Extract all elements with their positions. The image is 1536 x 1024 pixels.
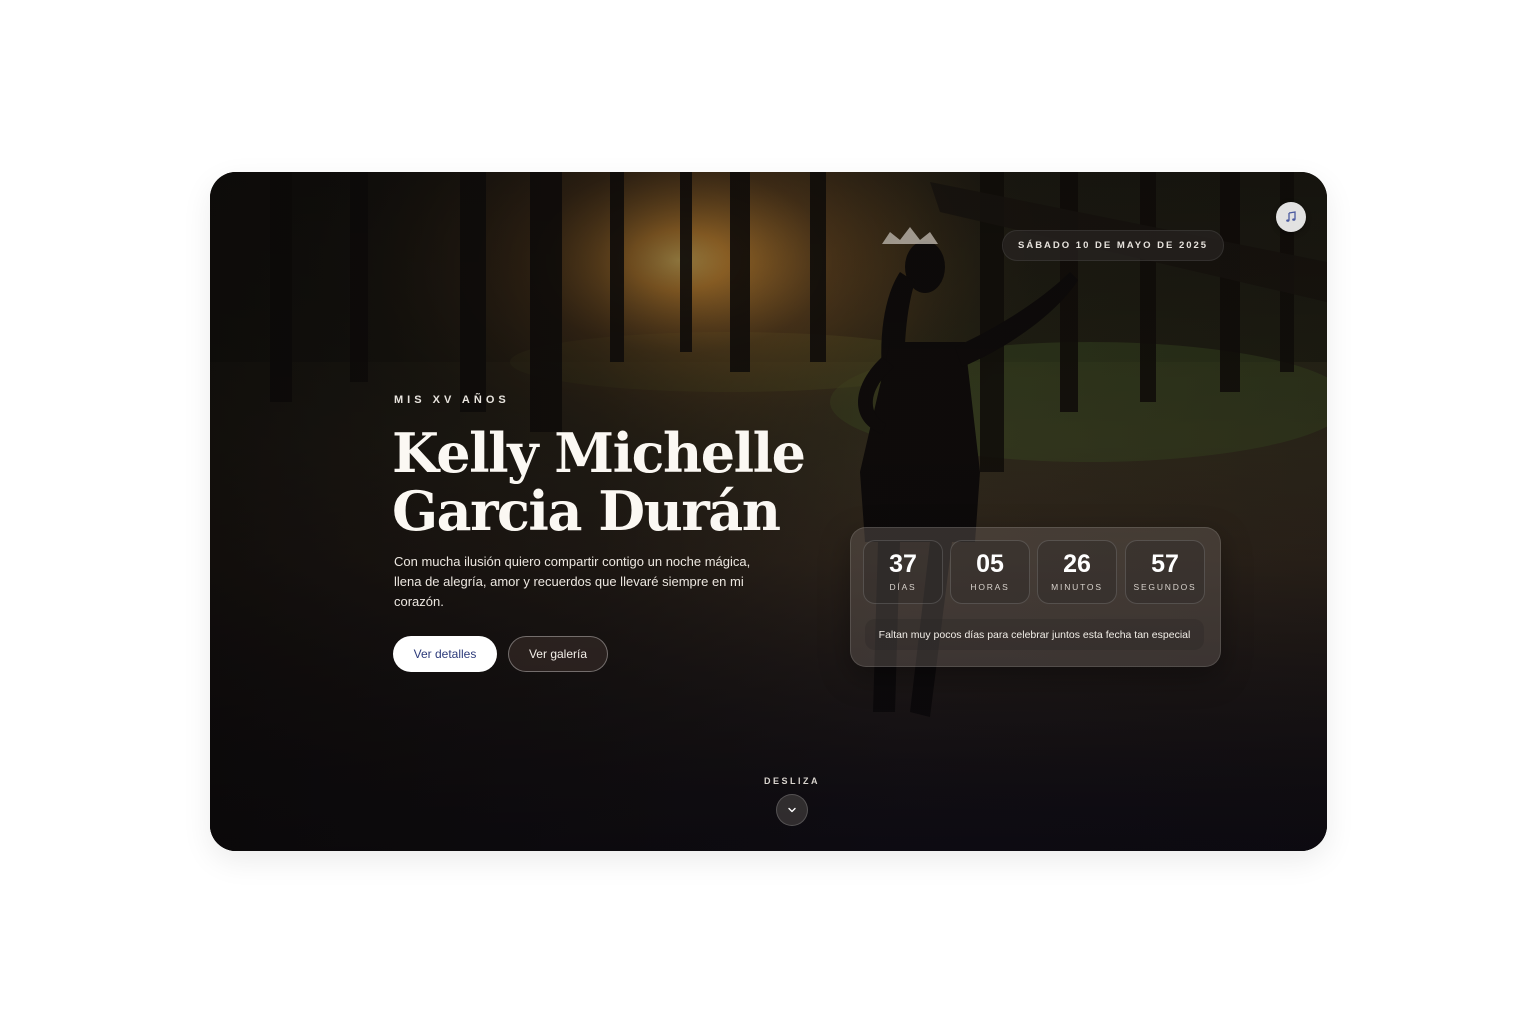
countdown-panel: 37 DÍAS 05 HORAS 26 MINUTOS 57 SEGUNDOS … [850, 527, 1221, 667]
countdown-seconds: 57 SEGUNDOS [1125, 540, 1205, 604]
countdown-seconds-value: 57 [1151, 550, 1179, 578]
view-details-button[interactable]: Ver detalles [393, 636, 497, 672]
event-date-badge: SÁBADO 10 DE MAYO DE 2025 [1002, 230, 1225, 261]
name-line-1: Kelly Michelle [392, 421, 806, 485]
countdown-days: 37 DÍAS [863, 540, 943, 604]
countdown-minutes-value: 26 [1063, 550, 1091, 578]
name-line-2: Garcia Durán [392, 479, 781, 543]
countdown-days-label: DÍAS [889, 582, 917, 592]
countdown-minutes-label: MINUTOS [1051, 582, 1103, 592]
countdown-hours-value: 05 [976, 550, 1004, 578]
scroll-hint-label: DESLIZA [763, 776, 820, 786]
countdown-message: Faltan muy pocos días para celebrar junt… [865, 619, 1204, 650]
countdown-days-value: 37 [889, 550, 917, 578]
eyebrow-label: MIS XV AÑOS [394, 394, 510, 406]
celebrant-name: Kelly Michelle Garcia Durán [392, 421, 806, 543]
music-note-icon [1286, 211, 1296, 222]
countdown-minutes: 26 MINUTOS [1037, 540, 1117, 604]
countdown-hours: 05 HORAS [950, 540, 1030, 604]
view-gallery-button[interactable]: Ver galería [508, 636, 608, 672]
chevron-down-icon [788, 807, 796, 813]
hero-card: SÁBADO 10 DE MAYO DE 2025 MIS XV AÑOS Ke… [210, 172, 1327, 851]
intro-description: Con mucha ilusión quiero compartir conti… [394, 554, 751, 609]
music-toggle-button[interactable] [1276, 202, 1306, 232]
countdown-hours-label: HORAS [970, 582, 1010, 592]
countdown-seconds-label: SEGUNDOS [1133, 582, 1197, 592]
scroll-down-button[interactable] [776, 794, 808, 826]
